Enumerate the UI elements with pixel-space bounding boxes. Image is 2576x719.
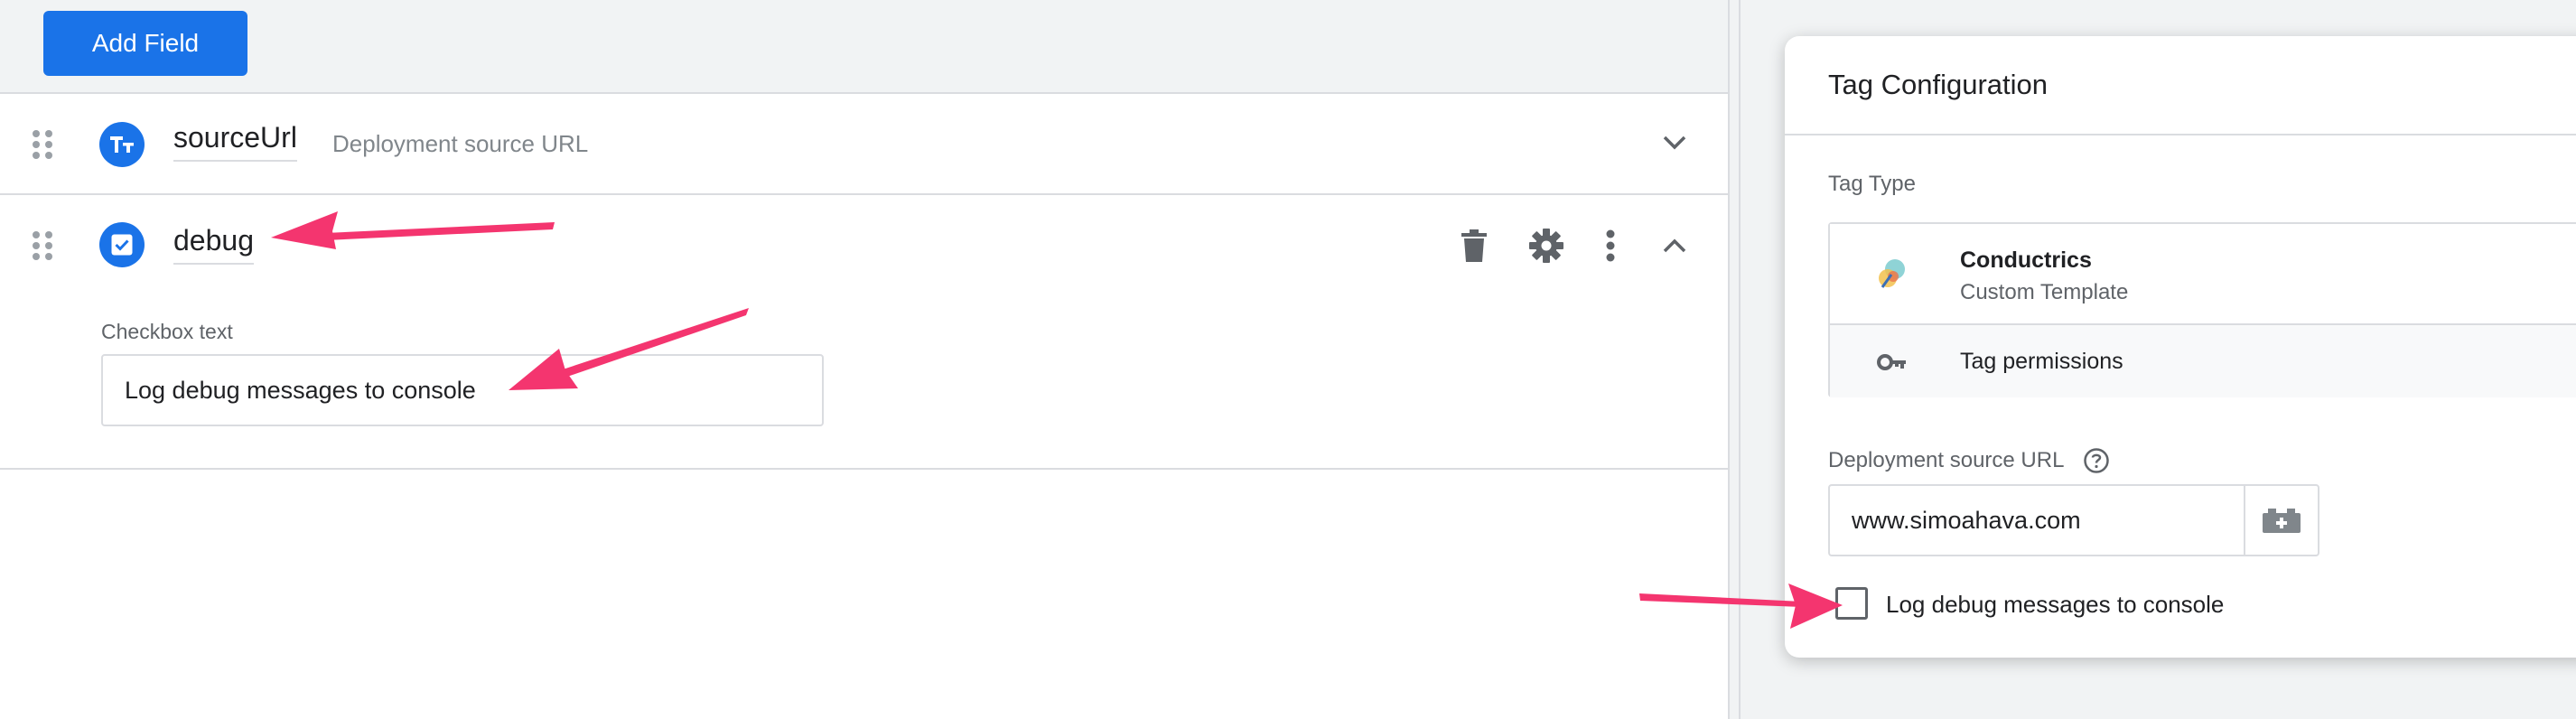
field-row-debug[interactable]: debug Checkbox text Log debug messages t… <box>0 195 1728 470</box>
checkbox-type-icon <box>99 222 145 267</box>
field-row-sourceurl[interactable]: sourceUrl Deployment source URL <box>0 94 1728 195</box>
field-name-sourceurl[interactable]: sourceUrl <box>173 121 297 162</box>
field-name-debug[interactable]: debug <box>173 224 254 265</box>
variable-brick-icon <box>2263 509 2301 533</box>
more-vertical-icon[interactable] <box>1597 226 1624 266</box>
variable-picker-button[interactable] <box>2244 484 2319 556</box>
deployment-url-label: Deployment source URL <box>1828 448 2065 472</box>
trash-icon[interactable] <box>1456 226 1492 266</box>
tag-permissions-label: Tag permissions <box>1960 349 2123 374</box>
deployment-url-input[interactable]: www.simoahava.com <box>1828 484 2244 556</box>
chevron-up-icon[interactable] <box>1657 228 1693 264</box>
tag-configuration-card: Tag Configuration Tag Type Conductrics C… <box>1785 36 2576 658</box>
chevron-down-icon[interactable] <box>1657 125 1693 161</box>
card-header: Tag Configuration <box>1785 36 2576 135</box>
panel-divider[interactable] <box>1728 0 1741 719</box>
tag-type-label: Tag Type <box>1828 172 1916 196</box>
template-field-editor: Add Field sourceUrl Deployment source UR… <box>0 0 1728 719</box>
help-icon[interactable] <box>2083 447 2110 474</box>
add-field-button[interactable]: Add Field <box>43 11 247 76</box>
drag-handle-icon[interactable] <box>33 231 54 262</box>
card-title: Tag Configuration <box>1828 69 2048 100</box>
template-kind: Custom Template <box>1960 280 2129 304</box>
field-description-sourceurl: Deployment source URL <box>332 130 589 157</box>
key-icon <box>1877 349 1908 376</box>
tag-permissions-row[interactable]: Tag permissions <box>1830 323 2576 397</box>
debug-checkbox[interactable] <box>1835 587 1868 620</box>
template-row[interactable]: Conductrics Custom Template <box>1830 224 2576 323</box>
drag-handle-icon[interactable] <box>33 130 54 161</box>
tag-type-box[interactable]: Conductrics Custom Template Tag permissi… <box>1828 222 2576 397</box>
gear-icon[interactable] <box>1526 226 1566 266</box>
debug-checkbox-label[interactable]: Log debug messages to console <box>1886 591 2224 619</box>
checkbox-text-input[interactable]: Log debug messages to console <box>101 354 824 426</box>
text-type-icon <box>99 122 145 167</box>
conductrics-logo-icon <box>1875 257 1909 291</box>
template-name: Conductrics <box>1960 247 2092 273</box>
editor-toolbar: Add Field <box>0 0 1728 94</box>
checkbox-text-label: Checkbox text <box>101 320 233 343</box>
